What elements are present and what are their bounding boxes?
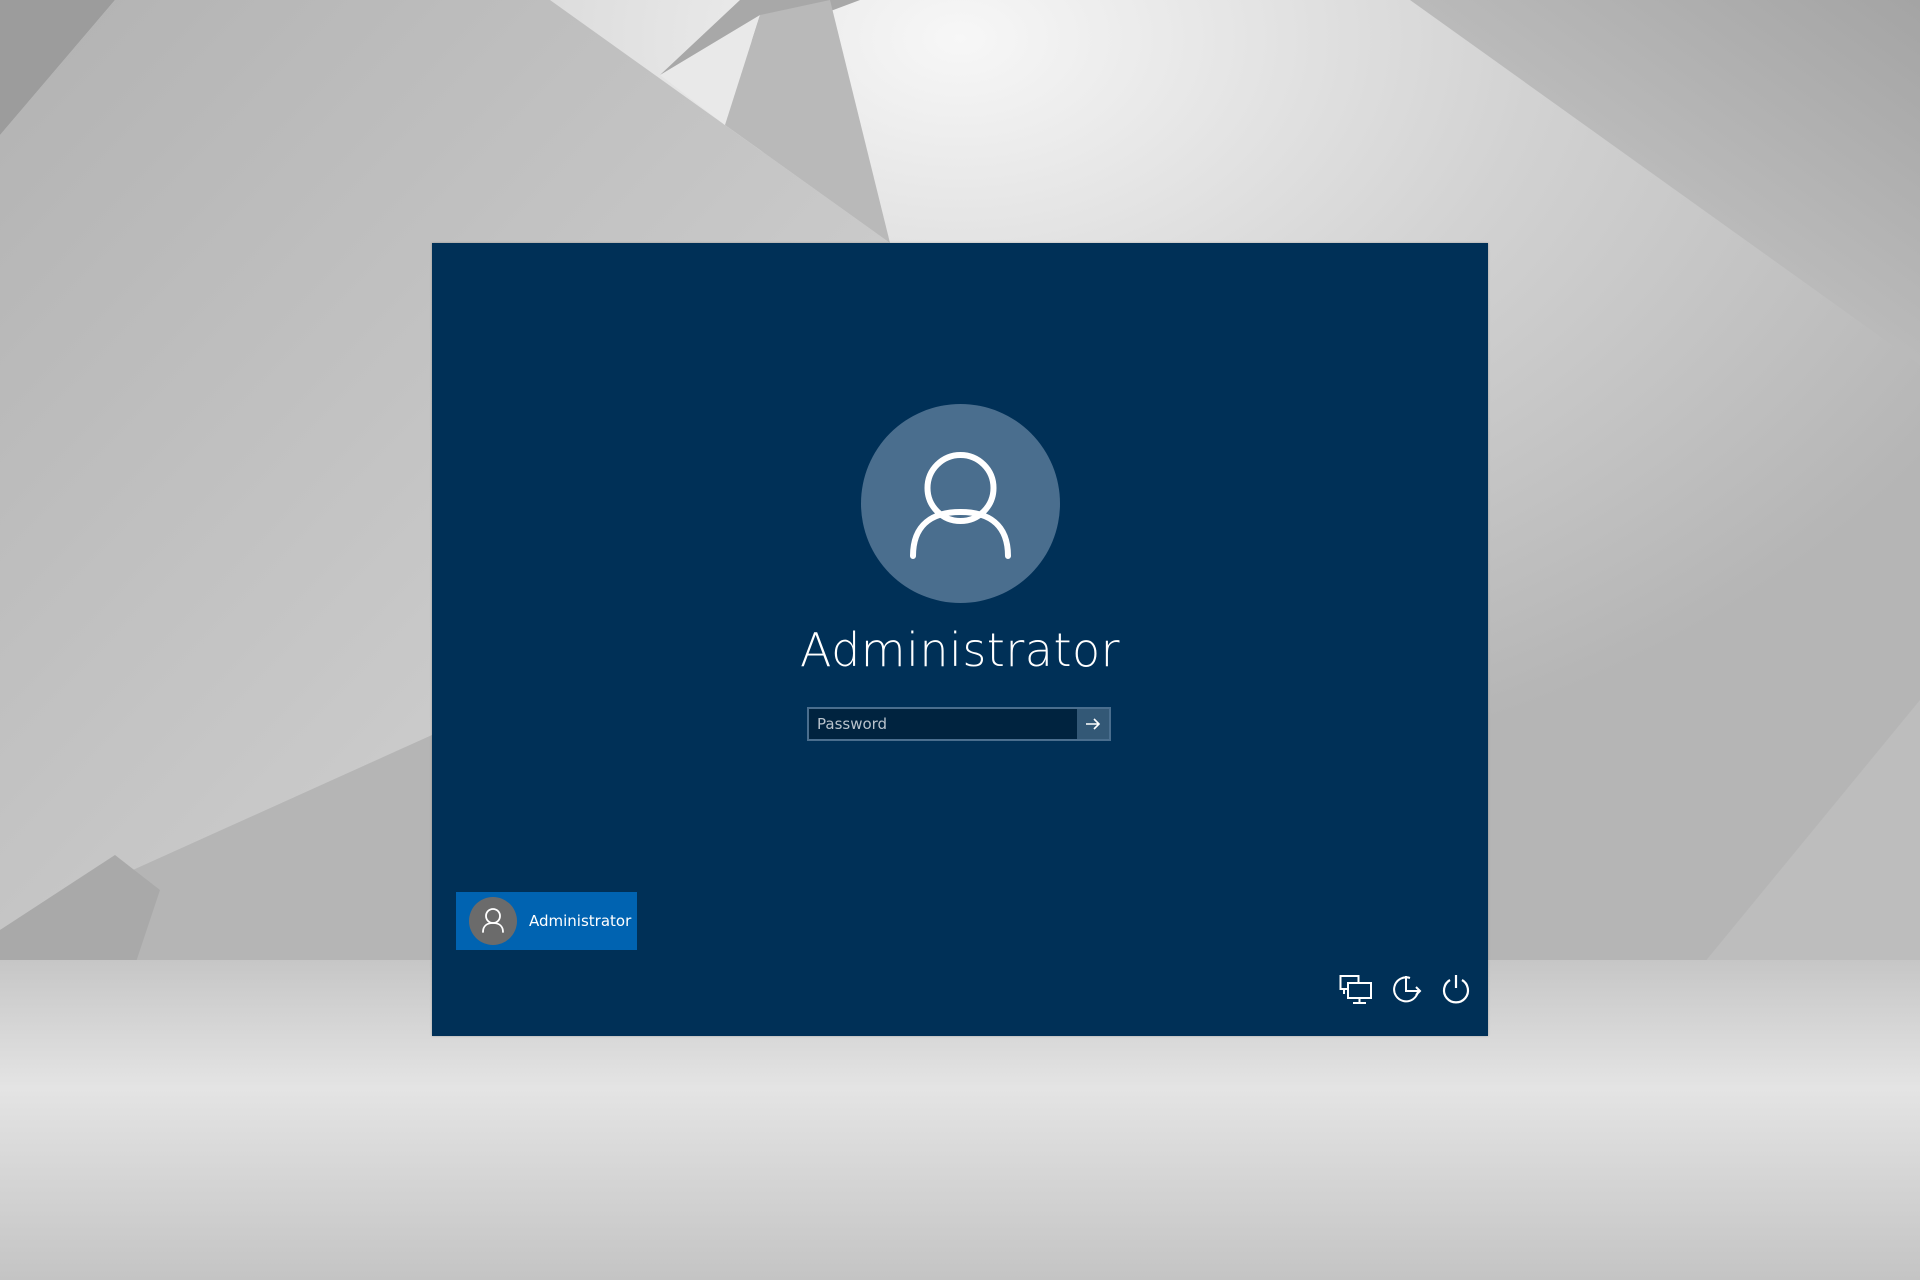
submit-button[interactable] (1077, 709, 1109, 739)
power-button[interactable] (1436, 969, 1476, 1009)
user-tile-administrator[interactable]: Administrator (456, 892, 637, 950)
desktop-frame: Administrator Administrator (0, 0, 1920, 1280)
user-avatar (861, 404, 1060, 603)
user-silhouette-icon (910, 452, 1011, 559)
power-icon (1442, 975, 1470, 1004)
network-icon (1339, 975, 1372, 1004)
username-label: Administrator (799, 623, 1121, 677)
login-screen: Administrator Administrator (432, 243, 1488, 1036)
ease-of-access-button[interactable] (1387, 969, 1427, 1009)
tile-avatar (469, 897, 517, 945)
password-field-container (807, 707, 1111, 741)
password-input[interactable] (809, 709, 1077, 739)
ease-of-access-icon (1393, 976, 1422, 1003)
network-button[interactable] (1337, 969, 1377, 1009)
user-silhouette-icon (482, 908, 504, 933)
user-tile-label: Administrator (529, 912, 632, 930)
arrow-right-icon (1086, 718, 1101, 730)
